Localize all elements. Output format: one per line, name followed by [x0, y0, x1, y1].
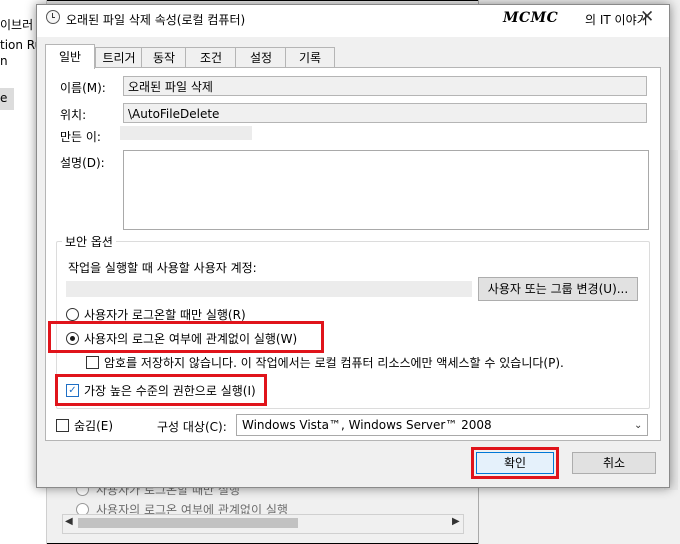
account-label: 작업을 실행할 때 사용할 사용자 계정: — [68, 261, 257, 275]
name-label: 이름(M): — [60, 81, 106, 95]
watermark-logo: MCMC — [503, 10, 559, 26]
tab-settings[interactable]: 설정 — [235, 47, 287, 68]
description-textarea[interactable] — [123, 150, 649, 230]
configure-dropdown[interactable]: Windows Vista™, Windows Server™ 2008 — [236, 414, 648, 436]
no-store-password-label: 암호를 저장하지 않습니다. 이 작업에서는 로컬 컴퓨터 리소스에만 액세스할… — [104, 356, 564, 370]
location-label: 위치: — [60, 108, 87, 122]
account-redacted — [66, 281, 472, 297]
cancel-button[interactable]: 취소 — [572, 452, 656, 474]
change-user-button[interactable]: 사용자 또는 그룹 변경(U)... — [478, 277, 638, 301]
radio-selected-dot — [70, 336, 75, 341]
security-options-title: 보안 옵션 — [62, 233, 116, 250]
highest-privileges-label: 가장 높은 수준의 권한으로 실행(I) — [84, 384, 256, 398]
author-label: 만든 이: — [60, 130, 101, 144]
configure-label: 구성 대상(C): — [157, 420, 227, 434]
tab-triggers[interactable]: 트리거 — [95, 47, 143, 68]
tab-general[interactable]: 일반 — [45, 44, 95, 69]
run-any-label: 사용자의 로그온 여부에 관계없이 실행(W) — [84, 332, 298, 346]
highest-privileges-checkbox[interactable]: ✓ — [66, 384, 79, 397]
background-tree-item: e — [0, 91, 8, 105]
hidden-label: 숨김(E) — [74, 419, 114, 433]
tab-history[interactable]: 기록 — [285, 47, 335, 68]
clock-icon — [46, 10, 60, 24]
run-any-radio[interactable] — [66, 332, 79, 345]
configure-value: Windows Vista™, Windows Server™ 2008 — [242, 418, 492, 432]
tab-conditions[interactable]: 조건 — [185, 47, 237, 68]
chevron-down-icon[interactable]: ⌄ — [634, 420, 642, 431]
close-icon[interactable]: ✕ — [640, 9, 654, 26]
run-logged-on-radio[interactable] — [66, 308, 79, 321]
no-store-password-checkbox[interactable] — [86, 356, 99, 369]
name-field[interactable]: 오래된 파일 삭제 — [123, 76, 647, 96]
scroll-left-arrow-icon[interactable]: ◀ — [65, 516, 73, 527]
tab-actions[interactable]: 동작 — [141, 47, 187, 68]
author-redacted — [120, 126, 252, 140]
description-label: 설명(D): — [60, 156, 105, 170]
watermark-caption: 의 IT 이야기 — [585, 13, 648, 27]
dialog-title: 오래된 파일 삭제 속성(로컬 컴퓨터) — [66, 13, 246, 27]
hidden-checkbox[interactable] — [56, 419, 69, 432]
scroll-right-arrow-icon[interactable]: ▶ — [452, 516, 460, 527]
background-tree-item: 이브러 — [0, 18, 34, 32]
location-field[interactable]: \AutoFileDelete — [123, 103, 647, 123]
ok-button[interactable]: 확인 — [476, 452, 554, 474]
background-tree-item: n — [0, 54, 8, 68]
background-scroll-thumb[interactable] — [78, 518, 298, 528]
